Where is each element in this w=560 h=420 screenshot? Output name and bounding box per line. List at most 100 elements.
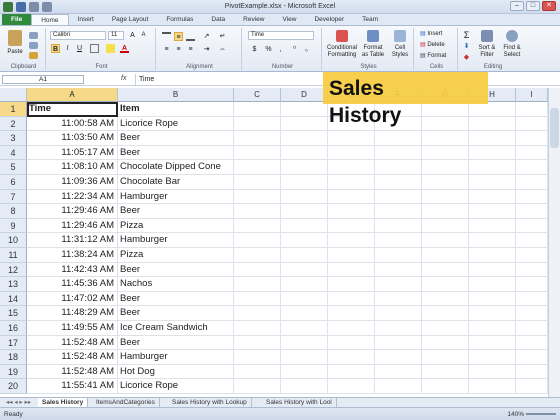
- empty-cell[interactable]: [516, 277, 548, 292]
- zoom-slider[interactable]: [526, 413, 556, 415]
- empty-cell[interactable]: [516, 321, 548, 336]
- empty-cell[interactable]: [375, 233, 422, 248]
- row-header[interactable]: 5: [0, 160, 27, 175]
- increase-decimal-icon[interactable]: ⁰: [290, 45, 299, 54]
- empty-cell[interactable]: [234, 248, 281, 263]
- tab-data[interactable]: Data: [202, 14, 234, 25]
- delete-cells-button[interactable]: ▤ Delete: [420, 42, 445, 49]
- item-cell[interactable]: Beer: [118, 131, 234, 146]
- sheet-tab-sales-lool[interactable]: Sales History with Lool: [262, 398, 337, 407]
- time-cell[interactable]: 11:52:48 AM: [27, 364, 118, 380]
- empty-cell[interactable]: [234, 175, 281, 190]
- empty-cell[interactable]: [516, 204, 548, 219]
- row-header[interactable]: 9: [0, 218, 27, 234]
- row-header[interactable]: 14: [0, 291, 27, 307]
- empty-cell[interactable]: [281, 102, 328, 117]
- empty-cell[interactable]: [328, 350, 375, 365]
- empty-cell[interactable]: [375, 160, 422, 175]
- time-cell[interactable]: 11:48:29 AM: [27, 306, 118, 321]
- empty-cell[interactable]: [469, 189, 516, 205]
- empty-cell[interactable]: [328, 291, 375, 307]
- empty-cell[interactable]: [281, 262, 328, 278]
- row-header[interactable]: 3: [0, 131, 27, 146]
- row-header[interactable]: 11: [0, 248, 27, 263]
- item-cell[interactable]: Beer: [118, 291, 234, 307]
- empty-cell[interactable]: [516, 291, 548, 307]
- cut-icon[interactable]: [29, 32, 38, 39]
- empty-cell[interactable]: [422, 306, 469, 321]
- empty-cell[interactable]: [422, 102, 469, 117]
- time-cell[interactable]: 11:31:12 AM: [27, 233, 118, 248]
- empty-cell[interactable]: [469, 335, 516, 351]
- time-cell[interactable]: 11:52:48 AM: [27, 350, 118, 365]
- percent-button[interactable]: %: [264, 45, 273, 54]
- empty-cell[interactable]: [375, 204, 422, 219]
- align-center-icon[interactable]: ≡: [174, 45, 183, 54]
- empty-cell[interactable]: [234, 233, 281, 248]
- empty-cell[interactable]: [516, 145, 548, 161]
- sheet-tab-sales-history[interactable]: Sales History: [38, 398, 89, 407]
- insert-function-icon[interactable]: fx: [121, 75, 126, 82]
- empty-cell[interactable]: [328, 248, 375, 263]
- format-painter-icon[interactable]: [29, 52, 38, 59]
- tab-view[interactable]: View: [273, 14, 305, 25]
- align-bottom-icon[interactable]: [186, 32, 195, 41]
- time-cell[interactable]: 11:52:48 AM: [27, 335, 118, 351]
- empty-cell[interactable]: [375, 189, 422, 205]
- shrink-font-icon[interactable]: A: [139, 31, 148, 40]
- empty-cell[interactable]: [281, 291, 328, 307]
- grow-font-icon[interactable]: A: [128, 31, 137, 40]
- empty-cell[interactable]: [234, 306, 281, 321]
- row-header[interactable]: 10: [0, 233, 27, 248]
- empty-cell[interactable]: [234, 145, 281, 161]
- empty-cell[interactable]: [516, 335, 548, 351]
- empty-cell[interactable]: [469, 160, 516, 175]
- row-header[interactable]: 20: [0, 379, 27, 394]
- item-cell[interactable]: Chocolate Dipped Cone: [118, 160, 234, 175]
- font-size-select[interactable]: 11: [108, 31, 124, 40]
- font-name-select[interactable]: Calibri: [50, 31, 106, 40]
- empty-cell[interactable]: [234, 291, 281, 307]
- empty-cell[interactable]: [469, 321, 516, 336]
- empty-cell[interactable]: [516, 364, 548, 380]
- empty-cell[interactable]: [469, 145, 516, 161]
- empty-cell[interactable]: [328, 335, 375, 351]
- empty-cell[interactable]: [469, 379, 516, 394]
- item-cell[interactable]: Licorice Rope: [118, 116, 234, 132]
- item-cell[interactable]: Hamburger: [118, 350, 234, 365]
- item-cell[interactable]: Beer: [118, 306, 234, 321]
- insert-cells-button[interactable]: ▤ Insert: [420, 31, 442, 38]
- item-cell[interactable]: Hamburger: [118, 189, 234, 205]
- time-cell[interactable]: 11:55:41 AM: [27, 379, 118, 394]
- empty-cell[interactable]: [234, 189, 281, 205]
- empty-cell[interactable]: [375, 145, 422, 161]
- empty-cell[interactable]: [234, 218, 281, 234]
- time-cell[interactable]: 11:29:46 AM: [27, 204, 118, 219]
- empty-cell[interactable]: [281, 175, 328, 190]
- empty-cell[interactable]: [422, 233, 469, 248]
- align-right-icon[interactable]: ≡: [186, 45, 195, 54]
- align-left-icon[interactable]: ≡: [162, 45, 171, 54]
- item-cell[interactable]: Chocolate Bar: [118, 175, 234, 190]
- empty-cell[interactable]: [328, 306, 375, 321]
- empty-cell[interactable]: [234, 116, 281, 132]
- empty-cell[interactable]: [234, 364, 281, 380]
- empty-cell[interactable]: [328, 145, 375, 161]
- empty-cell[interactable]: [328, 218, 375, 234]
- empty-cell[interactable]: [422, 218, 469, 234]
- clear-icon[interactable]: ◆: [462, 53, 471, 62]
- time-cell[interactable]: 11:49:55 AM: [27, 321, 118, 336]
- item-cell[interactable]: Beer: [118, 145, 234, 161]
- row-header[interactable]: 19: [0, 364, 27, 380]
- empty-cell[interactable]: [516, 379, 548, 394]
- empty-cell[interactable]: [375, 218, 422, 234]
- empty-cell[interactable]: [469, 291, 516, 307]
- empty-cell[interactable]: [422, 277, 469, 292]
- empty-cell[interactable]: [422, 116, 469, 132]
- column-header-d[interactable]: D: [281, 88, 328, 102]
- vertical-scrollbar[interactable]: [548, 88, 560, 398]
- empty-cell[interactable]: [422, 189, 469, 205]
- empty-cell[interactable]: [234, 102, 281, 117]
- sheet-nav-arrows[interactable]: ◂◂ ◂ ▸ ▸▸: [2, 398, 35, 407]
- empty-cell[interactable]: [422, 248, 469, 263]
